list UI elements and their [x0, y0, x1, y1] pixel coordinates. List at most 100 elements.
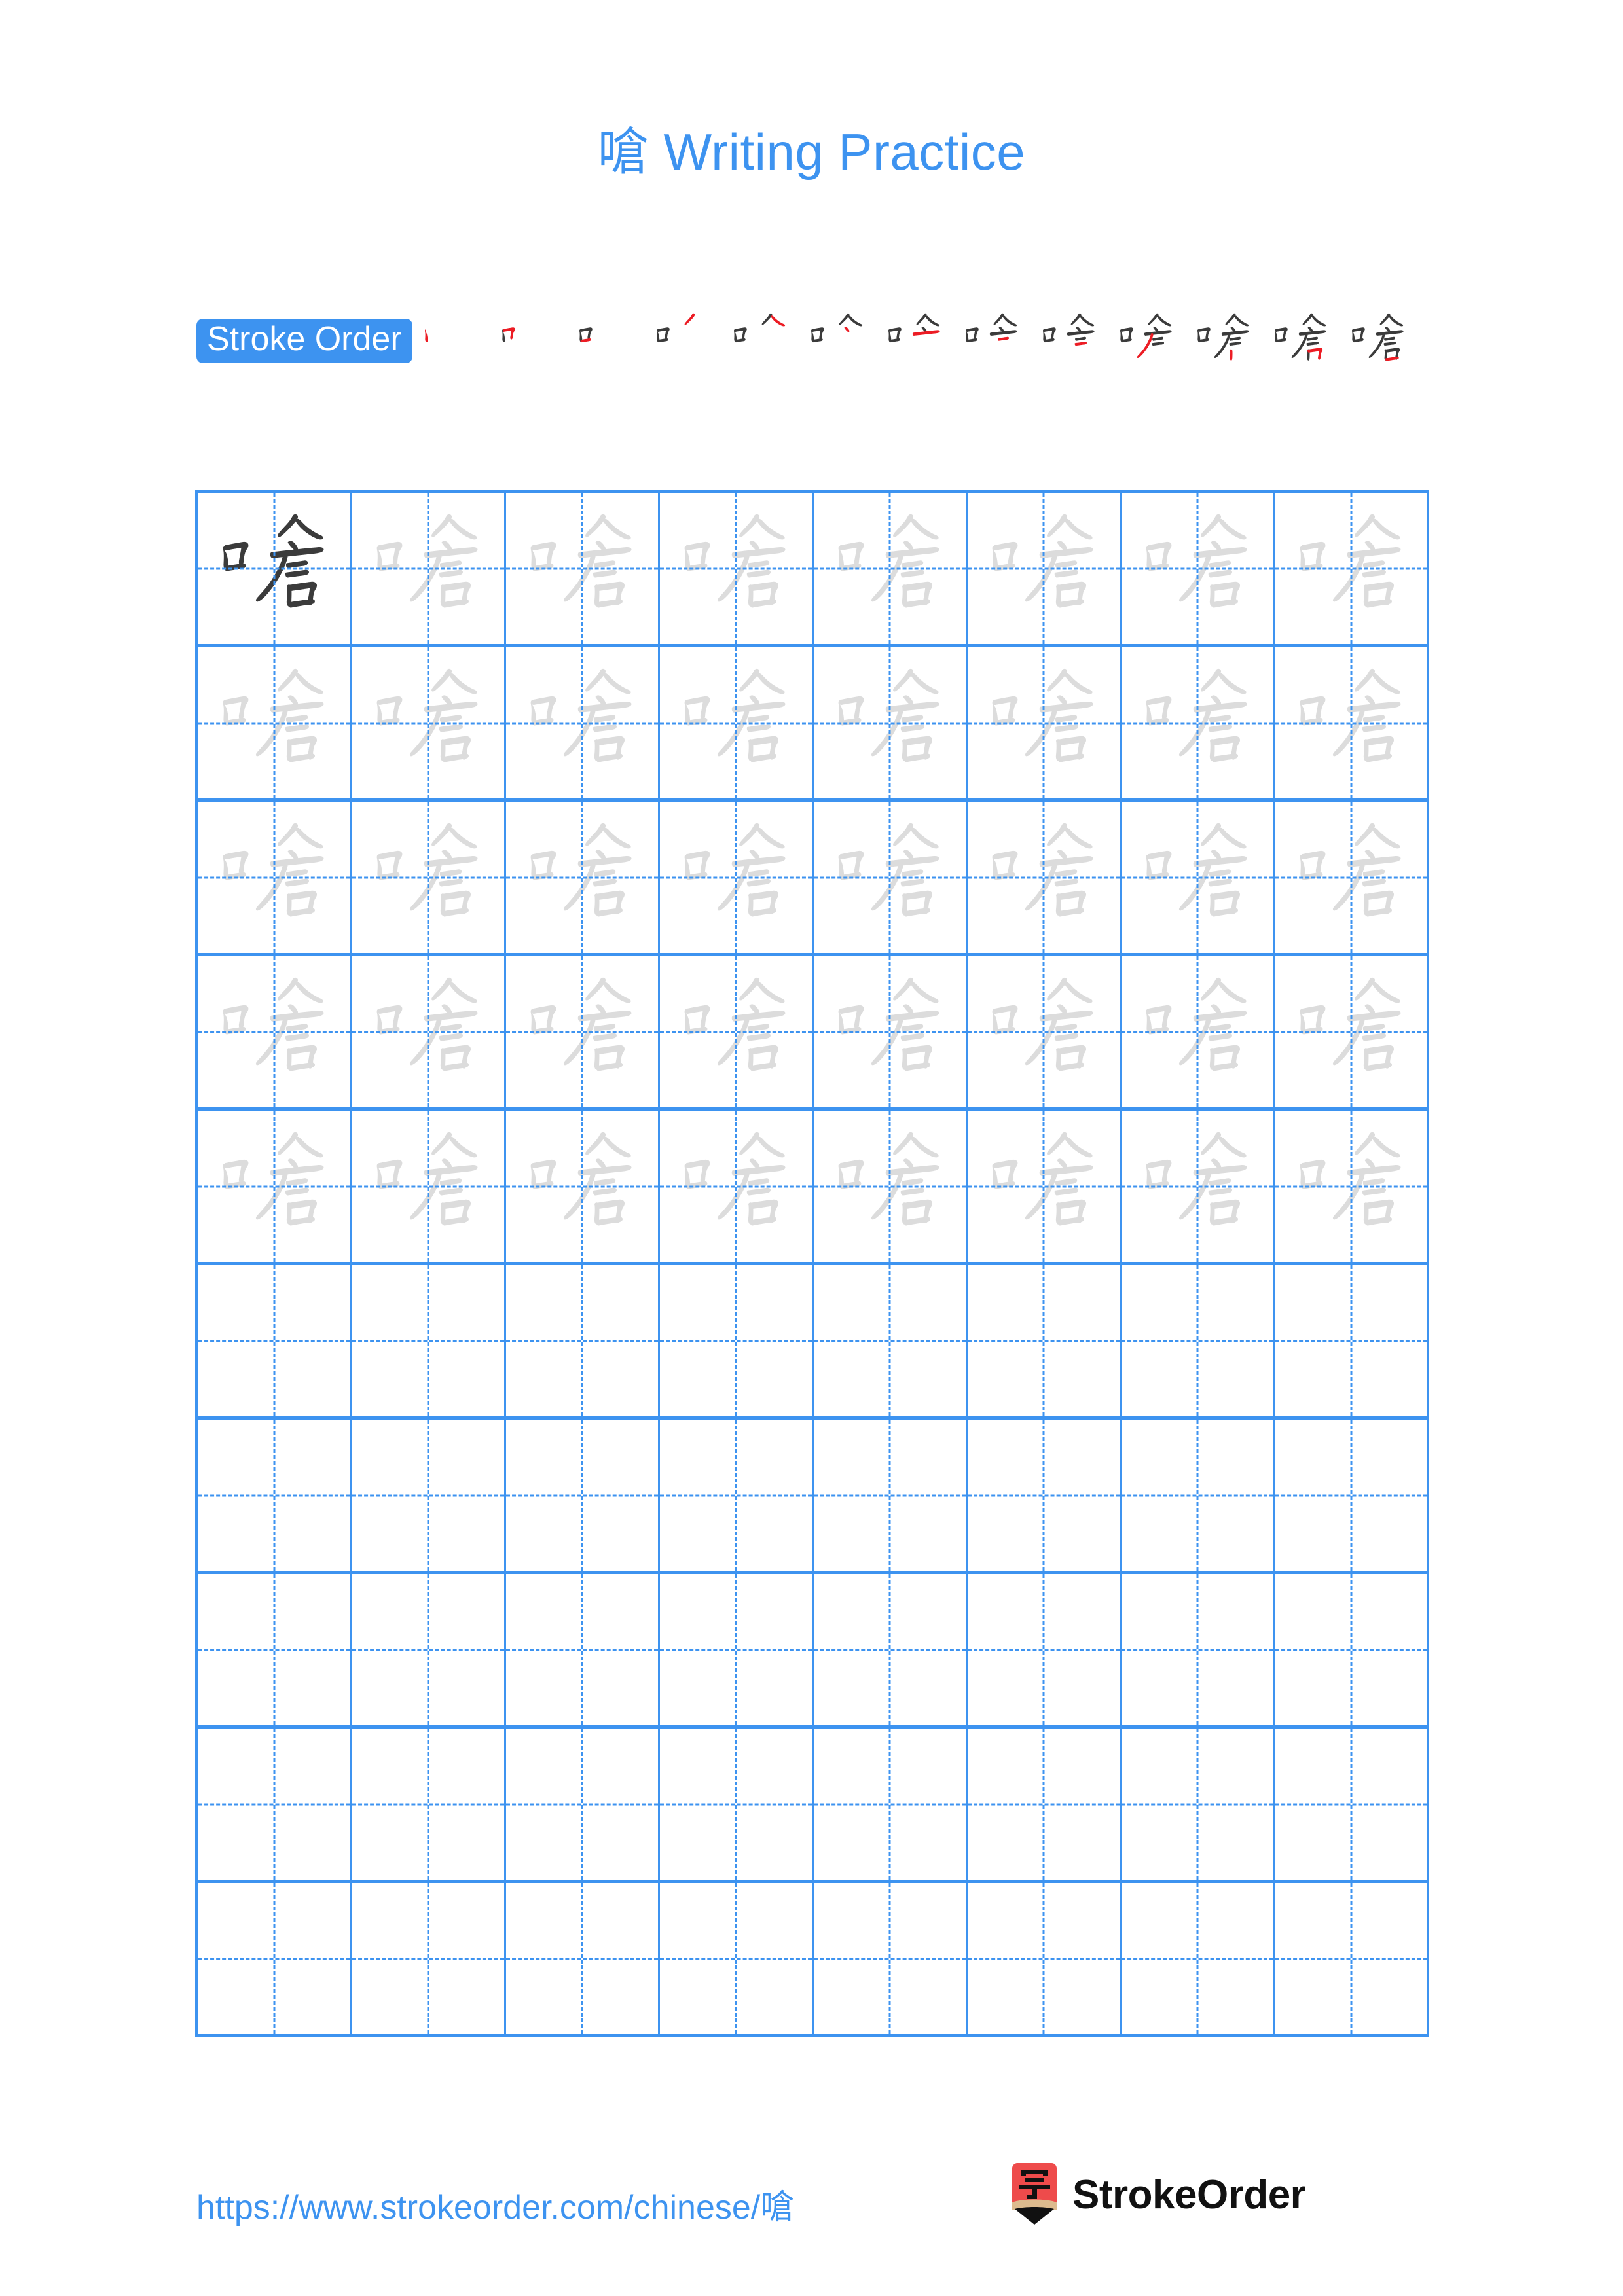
cell-guide-horizontal — [814, 722, 966, 724]
cell-guide-horizontal — [352, 1031, 504, 1033]
practice-cell-trace[interactable] — [814, 493, 968, 644]
practice-cell-empty[interactable] — [968, 1883, 1122, 2034]
stroke-step-8 — [953, 302, 1030, 380]
practice-cell-empty[interactable] — [660, 1729, 814, 1880]
practice-cell-empty[interactable] — [660, 1265, 814, 1416]
practice-cell-empty[interactable] — [1275, 1883, 1429, 2034]
practice-cell-trace[interactable] — [814, 956, 968, 1107]
practice-cell-trace[interactable] — [506, 802, 660, 953]
practice-cell-empty[interactable] — [814, 1729, 968, 1880]
practice-cell-empty[interactable] — [660, 1420, 814, 1571]
cell-guide-horizontal — [1122, 1340, 1273, 1342]
practice-cell-trace[interactable] — [506, 1111, 660, 1262]
cell-guide-horizontal — [352, 1340, 504, 1342]
practice-cell-trace[interactable] — [1275, 493, 1429, 644]
practice-cell-empty[interactable] — [968, 1420, 1122, 1571]
practice-cell-empty[interactable] — [968, 1729, 1122, 1880]
brand-name: StrokeOrder — [1072, 2172, 1306, 2217]
practice-cell-trace[interactable] — [1122, 956, 1275, 1107]
practice-cell-trace[interactable] — [968, 802, 1122, 953]
practice-cell-empty[interactable] — [1122, 1574, 1275, 1725]
practice-cell-trace[interactable] — [352, 1111, 506, 1262]
stroke-step-6 — [799, 302, 876, 380]
cell-guide-horizontal — [1122, 567, 1273, 569]
practice-cell-trace[interactable] — [968, 493, 1122, 644]
practice-cell-empty[interactable] — [968, 1574, 1122, 1725]
practice-cell-trace[interactable] — [506, 647, 660, 798]
stroke-step-1 — [412, 302, 490, 380]
practice-grid-row — [198, 802, 1429, 956]
practice-cell-empty[interactable] — [814, 1420, 968, 1571]
practice-cell-trace[interactable] — [660, 1111, 814, 1262]
practice-cell-empty[interactable] — [352, 1265, 506, 1416]
practice-cell-empty[interactable] — [814, 1265, 968, 1416]
cell-guide-horizontal — [352, 1494, 504, 1496]
practice-cell-empty[interactable] — [814, 1883, 968, 2034]
practice-cell-trace[interactable] — [1275, 802, 1429, 953]
practice-cell-trace[interactable] — [506, 493, 660, 644]
practice-cell-trace[interactable] — [968, 956, 1122, 1107]
stroke-order-row: Stroke Order — [196, 302, 1434, 380]
practice-cell-trace[interactable] — [352, 647, 506, 798]
practice-cell-trace[interactable] — [506, 956, 660, 1107]
practice-cell-empty[interactable] — [352, 1883, 506, 2034]
practice-cell-empty[interactable] — [506, 1883, 660, 2034]
practice-cell-trace[interactable] — [1275, 1111, 1429, 1262]
practice-cell-trace[interactable] — [660, 956, 814, 1107]
practice-cell-trace[interactable] — [814, 1111, 968, 1262]
practice-cell-trace[interactable] — [1275, 647, 1429, 798]
practice-cell-trace[interactable] — [352, 493, 506, 644]
practice-cell-empty[interactable] — [198, 1574, 352, 1725]
practice-cell-empty[interactable] — [198, 1729, 352, 1880]
practice-cell-empty[interactable] — [506, 1574, 660, 1725]
practice-cell-trace[interactable] — [968, 647, 1122, 798]
practice-cell-trace[interactable] — [660, 493, 814, 644]
practice-cell-trace[interactable] — [352, 802, 506, 953]
cell-guide-horizontal — [1122, 1958, 1273, 1960]
practice-cell-empty[interactable] — [506, 1729, 660, 1880]
practice-cell-trace[interactable] — [1122, 802, 1275, 953]
stroke-step-glyph — [424, 329, 428, 342]
footer-url[interactable]: https://www.strokeorder.com/chinese/嗆 — [196, 2179, 794, 2229]
practice-cell-trace[interactable] — [198, 802, 352, 953]
practice-cell-trace[interactable] — [660, 802, 814, 953]
practice-cell-trace[interactable] — [1122, 647, 1275, 798]
stroke-order-badge: Stroke Order — [196, 318, 412, 364]
practice-cell-empty[interactable] — [1122, 1420, 1275, 1571]
practice-cell-trace[interactable] — [198, 1111, 352, 1262]
practice-cell-empty[interactable] — [1275, 1574, 1429, 1725]
practice-cell-empty[interactable] — [506, 1420, 660, 1571]
cell-guide-horizontal — [1122, 1803, 1273, 1805]
practice-cell-empty[interactable] — [1275, 1265, 1429, 1416]
practice-cell-empty[interactable] — [660, 1883, 814, 2034]
practice-cell-empty[interactable] — [1275, 1729, 1429, 1880]
practice-cell-trace[interactable] — [198, 647, 352, 798]
practice-cell-empty[interactable] — [660, 1574, 814, 1725]
practice-cell-trace[interactable] — [352, 956, 506, 1107]
practice-cell-empty[interactable] — [1275, 1420, 1429, 1571]
practice-cell-trace[interactable] — [814, 802, 968, 953]
practice-cell-empty[interactable] — [352, 1420, 506, 1571]
practice-cell-empty[interactable] — [814, 1574, 968, 1725]
practice-cell-empty[interactable] — [352, 1729, 506, 1880]
practice-cell-trace[interactable] — [814, 647, 968, 798]
practice-cell-empty[interactable] — [968, 1265, 1122, 1416]
practice-cell-empty[interactable] — [506, 1265, 660, 1416]
practice-cell-empty[interactable] — [1122, 1883, 1275, 2034]
practice-cell-trace[interactable] — [1122, 493, 1275, 644]
practice-cell-model[interactable] — [198, 493, 352, 644]
practice-cell-trace[interactable] — [1122, 1111, 1275, 1262]
cell-guide-horizontal — [814, 1340, 966, 1342]
practice-cell-empty[interactable] — [198, 1883, 352, 2034]
practice-cell-trace[interactable] — [660, 647, 814, 798]
practice-cell-empty[interactable] — [352, 1574, 506, 1725]
practice-cell-empty[interactable] — [198, 1265, 352, 1416]
cell-guide-horizontal — [1275, 1649, 1427, 1651]
practice-cell-trace[interactable] — [1275, 956, 1429, 1107]
practice-cell-trace[interactable] — [198, 956, 352, 1107]
practice-cell-trace[interactable] — [968, 1111, 1122, 1262]
practice-cell-empty[interactable] — [1122, 1265, 1275, 1416]
practice-cell-empty[interactable] — [1122, 1729, 1275, 1880]
cell-guide-horizontal — [1122, 1494, 1273, 1496]
practice-cell-empty[interactable] — [198, 1420, 352, 1571]
